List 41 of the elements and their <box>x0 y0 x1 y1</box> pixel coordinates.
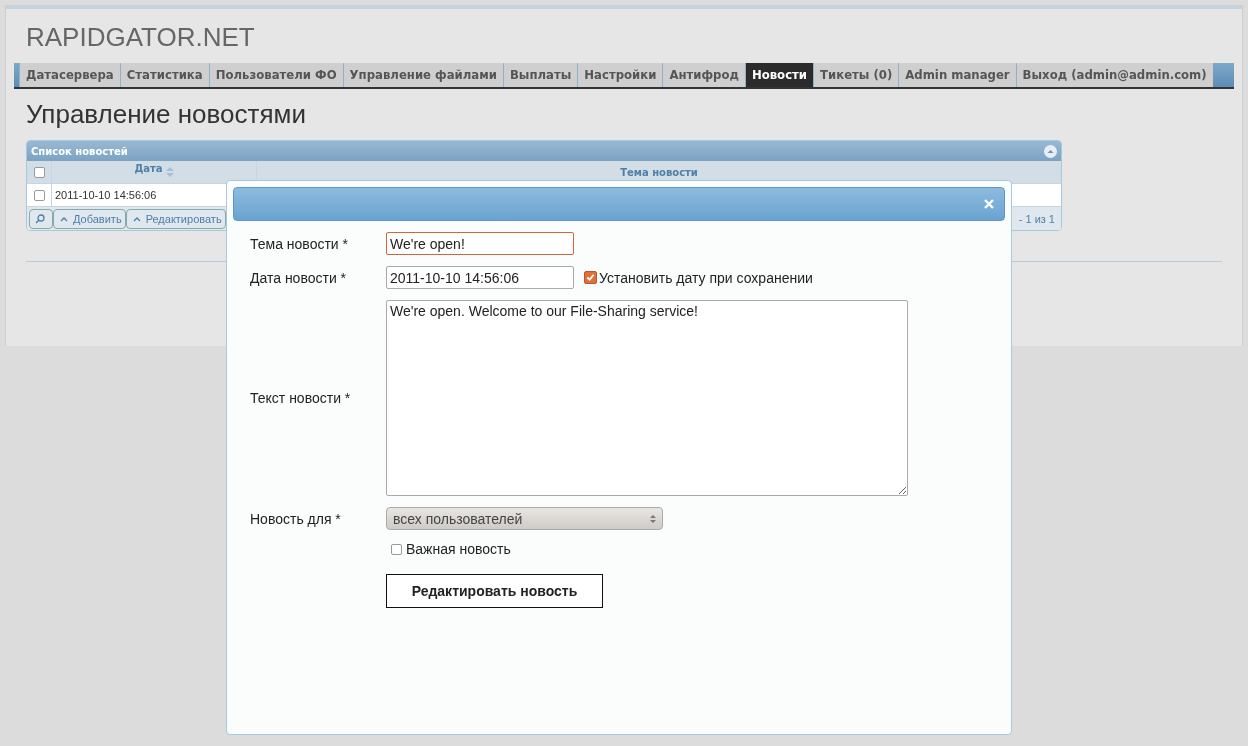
row-checkbox[interactable] <box>33 189 45 201</box>
checkbox[interactable] <box>584 271 597 284</box>
dropdown[interactable]: всех пользователей <box>386 507 663 530</box>
close-icon <box>984 199 994 209</box>
submit-button[interactable]: Редактировать новость <box>386 574 603 608</box>
field-label: Дата новости * <box>250 269 348 286</box>
grid-caption: Список новостей <box>31 145 128 157</box>
input-field[interactable]: 2011-10-10 14:56:06 <box>386 266 574 289</box>
pager-text: - 1 из 1 <box>1018 212 1055 225</box>
nav-tab[interactable]: Статистика <box>119 63 209 87</box>
nav-tab[interactable]: Управление файлами <box>342 63 503 87</box>
field-label: Текст новости * <box>250 390 352 406</box>
search-button[interactable] <box>29 208 53 229</box>
column-header[interactable]: Дата <box>134 163 163 174</box>
search-icon <box>35 213 45 224</box>
field-label: Тема новости * <box>250 235 349 252</box>
input-field[interactable]: We're open! <box>386 232 574 255</box>
column-header[interactable]: Тема новости <box>620 166 698 178</box>
toolbar-button[interactable]: Редактировать <box>125 208 226 229</box>
select-all-checkbox[interactable] <box>33 166 45 178</box>
text-area[interactable]: We're open. Welcome to our File-Sharing service! <box>386 300 908 496</box>
nav-tab[interactable]: Новости <box>744 63 814 87</box>
collapse-icon <box>1044 144 1057 158</box>
page-title: Управление новостями <box>26 99 307 129</box>
nav-tab[interactable]: Настройки <box>577 63 663 87</box>
checkbox-label: Установить дату при сохранении <box>599 269 813 286</box>
nav-tab[interactable]: Антифрод <box>662 63 745 87</box>
toolbar-button[interactable]: Добавить <box>53 208 126 229</box>
checkbox-label: Важная новость <box>406 541 511 557</box>
dropdown-value: всех пользователей <box>393 510 523 527</box>
nav-tab[interactable]: Пользователи ФО <box>208 63 343 87</box>
nav-tab[interactable]: Выход (admin@admin.com) <box>1015 63 1213 87</box>
checkbox[interactable] <box>391 543 402 555</box>
nav-tab[interactable]: Выплаты <box>502 63 578 87</box>
nav-tab[interactable]: Admin manager <box>898 63 1016 87</box>
site-logo[interactable]: RAPIDGATOR.NET <box>26 21 255 53</box>
nav-tab[interactable]: Датасервера <box>19 63 120 87</box>
field-label: Новость для * <box>250 510 342 527</box>
updown-arrows-icon <box>650 513 656 524</box>
date-cell: 2011-10-10 14:56:06 <box>55 189 157 201</box>
nav-tab[interactable]: Тикеты (0) <box>813 63 899 87</box>
